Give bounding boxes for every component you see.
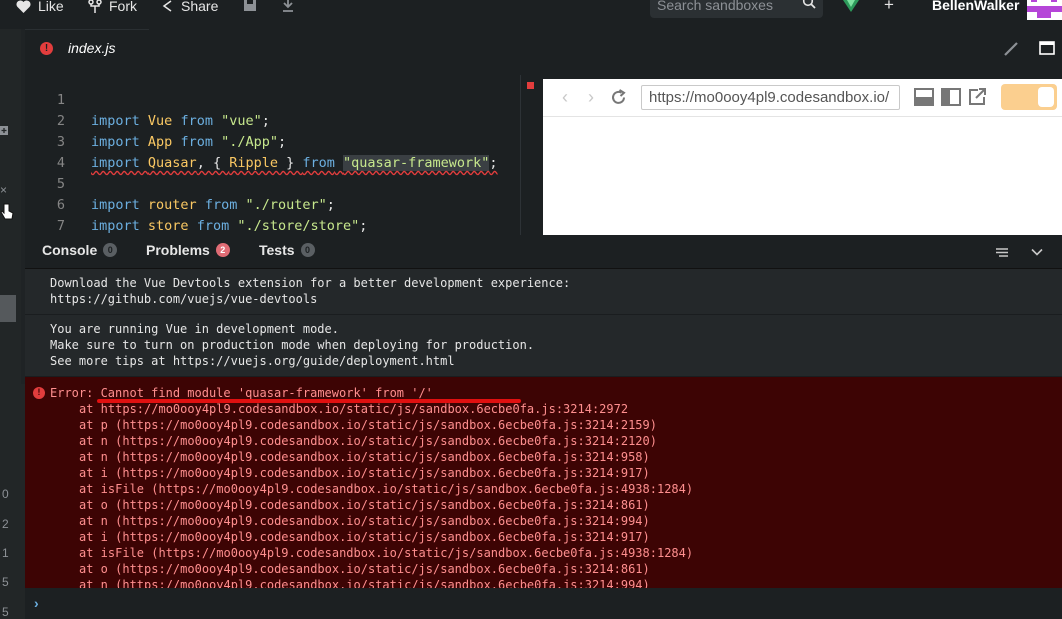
line-number: 2	[2, 517, 9, 531]
username[interactable]: BellenWalker	[932, 0, 1019, 13]
code-line: 2 import App from "./App";	[25, 90, 520, 150]
fork-button[interactable]: Fork	[88, 0, 137, 16]
stack-frame: at isFile (https://mo0ooy4pl9.codesandbo…	[79, 546, 694, 560]
gift-badge-icon[interactable]	[840, 0, 862, 14]
scroll-indicator	[0, 295, 16, 322]
toggle-knob	[1038, 87, 1054, 107]
log-text: You are running Vue in development mode.	[50, 322, 339, 336]
line-number: 1	[2, 546, 9, 560]
fullscreen-icon[interactable]	[1039, 40, 1055, 56]
tab-problems[interactable]: Problems 2	[146, 242, 230, 258]
console-output: Download the Vue Devtools extension for …	[25, 269, 1062, 588]
code-line: 8 import "quasar-extras/material-icons";	[25, 216, 520, 235]
editor-scrollbar[interactable]	[520, 75, 540, 235]
count-badge: 0	[300, 243, 315, 257]
search-input[interactable]	[657, 0, 797, 16]
code-editor[interactable]: 1 import Vue from "vue"; 2 import App fr…	[25, 67, 520, 235]
tab-label: index.js	[68, 40, 116, 56]
error-text: Cannot find module 'quasar-framework' fr…	[100, 386, 433, 400]
count-badge: 2	[215, 243, 230, 257]
console-message: Download the Vue Devtools extension for …	[25, 275, 1062, 315]
close-icon[interactable]: ×	[0, 183, 7, 197]
error-prefix: Error:	[50, 386, 101, 400]
open-new-window-icon[interactable]	[968, 88, 988, 106]
code-line: 7	[25, 195, 520, 234]
log-text: See more tips at https://vuejs.org/guide…	[50, 354, 455, 368]
error-icon: !	[40, 42, 53, 55]
search-box[interactable]	[650, 0, 823, 18]
plus-icon[interactable]: +	[884, 0, 894, 15]
console-input[interactable]: ›	[25, 588, 1062, 619]
forward-icon[interactable]: ›	[581, 87, 601, 108]
tab-label: Problems	[146, 242, 210, 258]
tab-label: Console	[42, 242, 98, 258]
layout-vertical-icon[interactable]	[941, 88, 961, 106]
layout-horizontal-icon[interactable]	[914, 88, 934, 106]
top-bar: Like Fork Share + BellenWalker	[0, 0, 1062, 29]
tab-console[interactable]: Console 0	[42, 242, 118, 258]
log-text: Download the Vue Devtools extension for …	[50, 276, 571, 290]
code-line: 5 import router from "./router";	[25, 153, 520, 213]
stack-frame: at n (https://mo0ooy4pl9.codesandbox.io/…	[79, 578, 650, 588]
stack-frame: at i (https://mo0ooy4pl9.codesandbox.io/…	[79, 466, 650, 480]
line-number: 5	[2, 605, 9, 619]
error-message: ! Error: Cannot find module 'quasar-fram…	[25, 377, 1062, 588]
preview-pane: ‹ ›	[543, 79, 1062, 235]
clear-console-icon[interactable]	[995, 246, 1009, 258]
search-icon[interactable]	[802, 0, 816, 9]
stack-frame: at o (https://mo0ooy4pl9.codesandbox.io/…	[79, 562, 650, 576]
tab-index-js[interactable]: ! index.js	[25, 29, 149, 67]
code-line: 1 import Vue from "vue";	[25, 69, 520, 129]
code-line-error: 3 import Quasar, { Ripple } from "quasar…	[25, 111, 520, 171]
avatar[interactable]	[1027, 0, 1062, 20]
stack-frame: at o (https://mo0ooy4pl9.codesandbox.io/…	[79, 498, 650, 512]
tab-tests[interactable]: Tests 0	[259, 242, 315, 258]
console-message: You are running Vue in development mode.…	[25, 315, 1062, 377]
cursor-hand-icon	[0, 203, 14, 220]
stack-frame: at https://mo0ooy4pl9.codesandbox.io/sta…	[79, 402, 629, 416]
stack-frame: at i (https://mo0ooy4pl9.codesandbox.io/…	[79, 530, 650, 544]
code-line: 6 import store from "./store/store";	[25, 174, 520, 234]
stack-frame: at n (https://mo0ooy4pl9.codesandbox.io/…	[79, 434, 657, 448]
editor-tabs: ! index.js	[25, 29, 1062, 67]
url-input[interactable]	[641, 85, 900, 110]
error-icon: !	[33, 387, 45, 399]
log-text: https://github.com/vuejs/vue-devtools	[50, 292, 318, 306]
count-badge: 0	[103, 243, 118, 257]
prompt-chevron-icon: ›	[34, 595, 39, 611]
line-number: 0	[2, 487, 9, 501]
share-label: Share	[181, 0, 219, 14]
stack-frame: at n (https://mo0ooy4pl9.codesandbox.io/…	[79, 514, 650, 528]
tab-label: Tests	[259, 242, 295, 258]
fork-label: Fork	[109, 0, 137, 14]
error-marker	[527, 82, 534, 89]
stack-frame: at p (https://mo0ooy4pl9.codesandbox.io/…	[79, 418, 657, 432]
stack-frame: at n (https://mo0ooy4pl9.codesandbox.io/…	[79, 450, 650, 464]
prettify-icon[interactable]	[1003, 41, 1019, 57]
share-button[interactable]: Share	[161, 0, 218, 16]
line-number: 5	[2, 575, 9, 589]
chevron-down-icon[interactable]	[1030, 246, 1044, 258]
preview-toggle[interactable]	[1001, 84, 1057, 110]
like-label: Like	[38, 0, 64, 14]
activity-bar: × 0 2 1 5 5	[0, 29, 25, 619]
code-line: 4	[25, 132, 520, 171]
share-icon	[162, 0, 172, 12]
console-tabs: Console 0 Problems 2 Tests 0	[25, 235, 1062, 269]
stack-frame: at isFile (https://mo0ooy4pl9.codesandbo…	[79, 482, 694, 496]
save-icon[interactable]	[242, 0, 258, 13]
refresh-icon[interactable]	[609, 88, 628, 107]
log-text: Make sure to turn on production mode whe…	[50, 338, 535, 352]
like-button[interactable]: Like	[16, 0, 64, 16]
heart-icon	[16, 0, 31, 13]
fork-icon	[88, 0, 102, 13]
add-file-icon[interactable]	[0, 126, 10, 136]
browser-bar: ‹ ›	[543, 79, 1062, 117]
back-icon[interactable]: ‹	[555, 87, 575, 108]
download-icon[interactable]	[280, 0, 296, 13]
